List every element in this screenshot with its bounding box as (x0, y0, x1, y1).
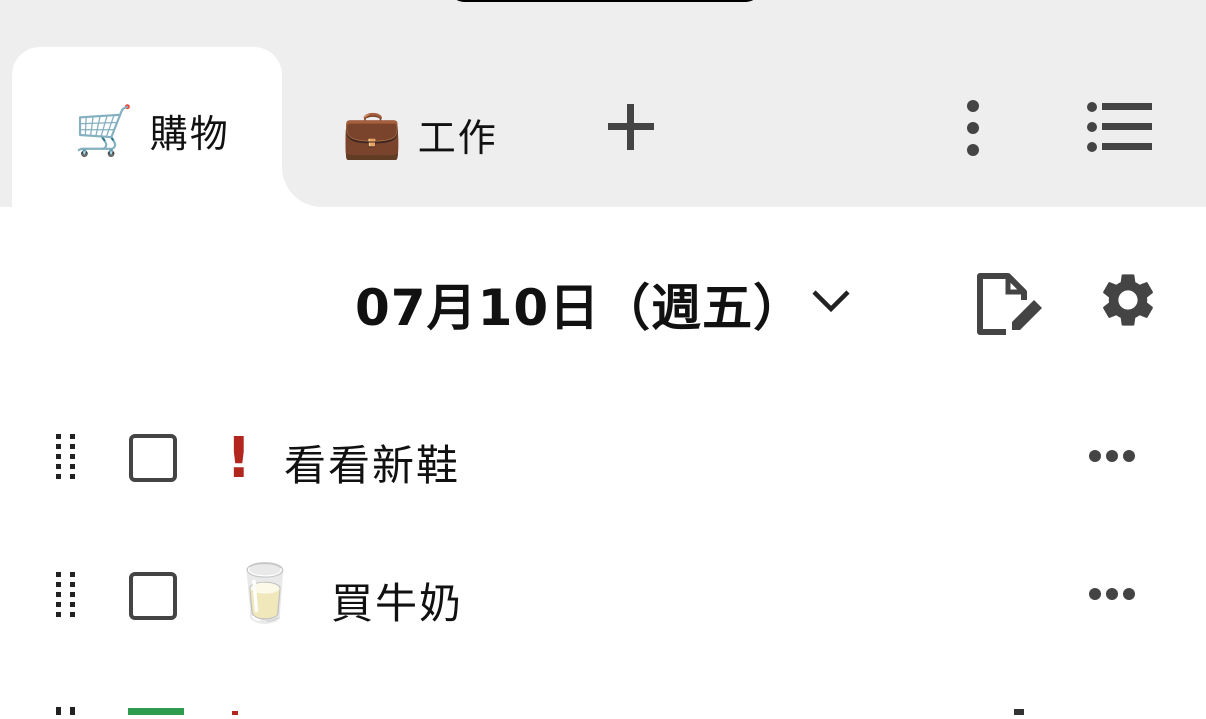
partial-row-graphics (56, 707, 1024, 715)
todo-checkbox[interactable] (129, 572, 177, 620)
date-title[interactable]: 07月10日（週五） (355, 268, 804, 340)
gear-icon (1103, 274, 1153, 326)
shopping-cart-icon: 🛒 (74, 102, 134, 159)
todo-item-partial (0, 700, 1206, 715)
chevron-down-icon (812, 290, 850, 313)
settings-button[interactable] (1096, 268, 1160, 332)
add-tab-button[interactable] (604, 100, 658, 154)
date-header: 07月10日（週五） (0, 250, 1206, 350)
tab-label: 購物 (149, 112, 230, 156)
date-dropdown-button[interactable] (808, 280, 854, 320)
tab-bar: 🛒 購物 💼 工作 (0, 0, 1206, 217)
todo-item: 🥛 買牛奶 (0, 542, 1206, 642)
drag-handle-icon[interactable] (54, 432, 78, 488)
more-options-button[interactable] (955, 98, 991, 158)
todo-text[interactable]: 看看新鞋 (284, 432, 460, 493)
tab-work[interactable]: 💼 工作 (342, 104, 498, 164)
vertical-dots-icon (967, 100, 979, 156)
horizontal-dots-icon (1089, 588, 1135, 600)
horizontal-dots-icon (1089, 450, 1135, 462)
drag-handle-icon[interactable] (54, 570, 78, 626)
milk-icon: 🥛 (230, 561, 300, 626)
todo-checkbox[interactable] (129, 434, 177, 482)
todo-text[interactable]: 買牛奶 (331, 570, 463, 631)
plus-icon (608, 104, 654, 150)
item-more-button[interactable] (1088, 448, 1136, 464)
tab-label: 工作 (417, 115, 498, 160)
briefcase-icon: 💼 (342, 106, 402, 162)
item-more-button[interactable] (1088, 586, 1136, 602)
edit-note-button[interactable] (972, 270, 1044, 336)
priority-mark: ! (226, 426, 252, 491)
tab-curve-decoration (282, 160, 332, 207)
list-menu-button[interactable] (1086, 100, 1154, 156)
tab-shopping[interactable]: 🛒 購物 (12, 47, 282, 217)
todo-item: ! 看看新鞋 (0, 404, 1206, 504)
list-icon (1087, 102, 1152, 152)
edit-note-icon (977, 273, 1042, 335)
camera-notch (450, 0, 760, 2)
